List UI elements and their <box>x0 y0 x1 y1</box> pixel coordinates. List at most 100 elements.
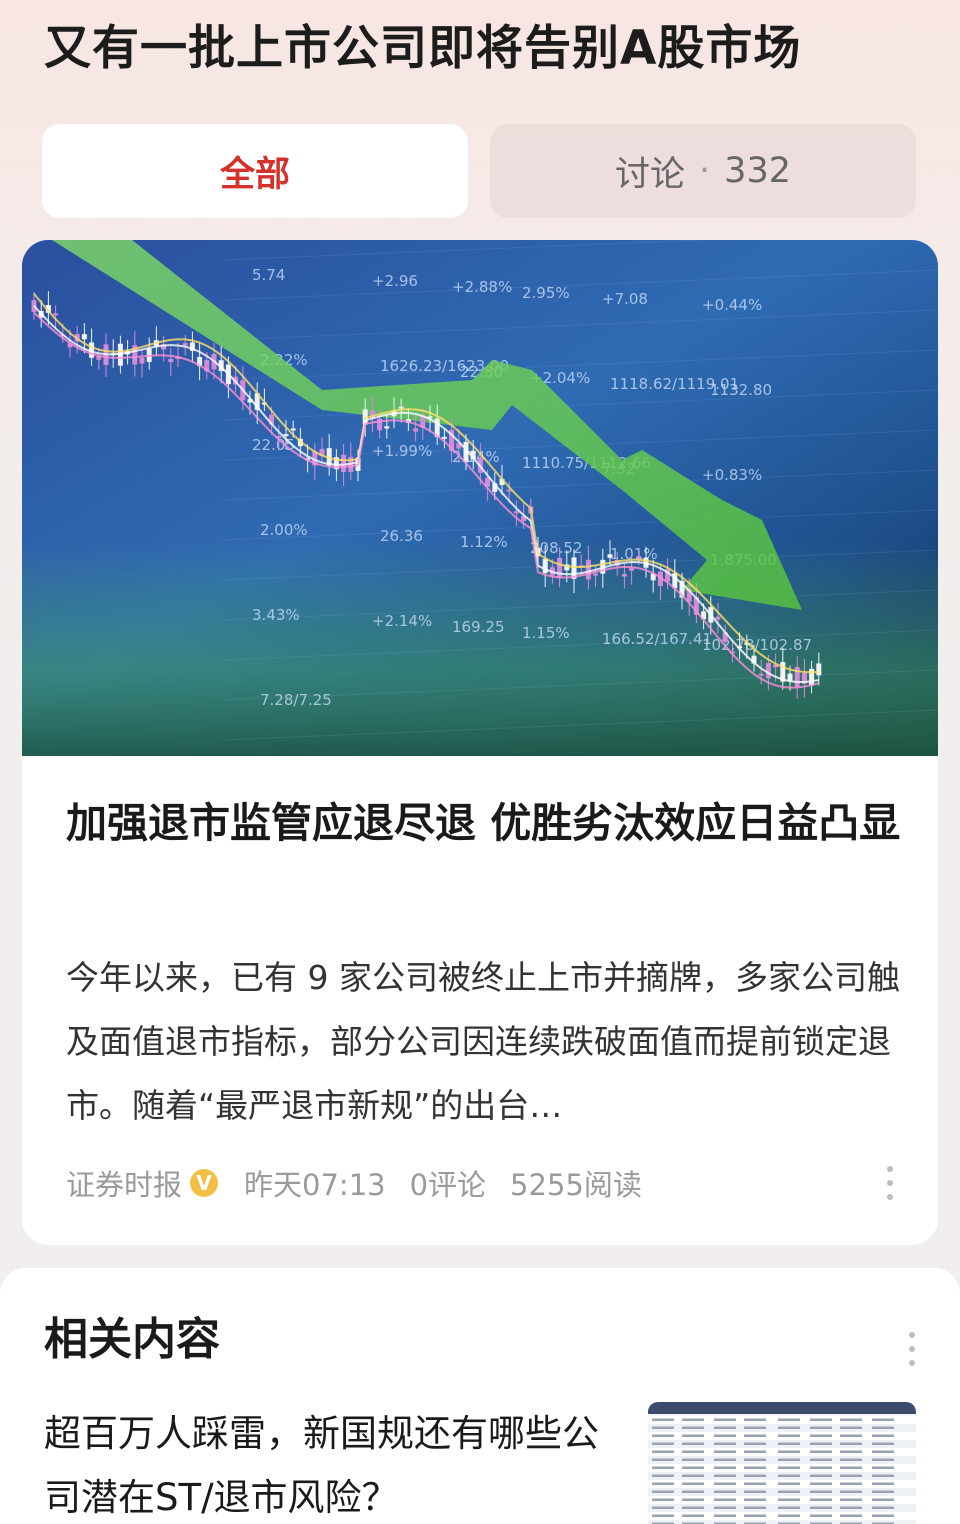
candle-body <box>139 357 145 364</box>
thumbnail-cell <box>714 1418 736 1421</box>
article-hero-image[interactable]: 5.74+2.96+2.88%2.95%+7.08+0.44%2.22%1626… <box>22 240 938 756</box>
thumbnail-cell <box>778 1426 800 1429</box>
ticker-text: 2.95% <box>522 284 570 302</box>
thumbnail-cell <box>810 1442 832 1445</box>
thumbnail-cell <box>778 1450 800 1453</box>
ticker-text: 26.36 <box>380 527 423 545</box>
thumbnail-cell <box>714 1426 736 1429</box>
thumbnail-cell <box>744 1514 766 1517</box>
thumbnail-cell <box>778 1474 800 1477</box>
thumbnail-cell <box>872 1434 894 1437</box>
thumbnail-cell <box>810 1466 832 1469</box>
ticker-text: 7.28/7.25 <box>260 691 332 709</box>
thumbnail-cell <box>778 1506 800 1509</box>
thumbnail-cell <box>744 1434 766 1437</box>
candle-body <box>168 358 174 363</box>
thumbnail-cell <box>714 1490 736 1493</box>
thumbnail-cell <box>840 1418 862 1421</box>
ticker-text: +0.44% <box>702 296 762 314</box>
tab-all[interactable]: 全部 <box>42 124 468 218</box>
thumbnail-cell <box>744 1506 766 1509</box>
thumbnail-header-row <box>648 1402 916 1414</box>
thumbnail-cell <box>652 1490 674 1493</box>
thumbnail-cell <box>652 1426 674 1429</box>
article-title[interactable]: 加强退市监管应退尽退 优胜劣汰效应日益凸显 <box>66 792 906 854</box>
ticker-text: +7.08 <box>602 290 648 308</box>
spreadsheet-thumbnail-image <box>648 1402 916 1524</box>
thumbnail-cell <box>872 1506 894 1509</box>
thumbnail-cell <box>652 1458 674 1461</box>
thumbnail-cell <box>682 1418 704 1421</box>
candle-body <box>621 573 627 577</box>
thumbnail-cell <box>872 1482 894 1485</box>
thumbnail-cell <box>872 1514 894 1517</box>
thumbnail-cell <box>682 1466 704 1469</box>
article-card[interactable]: 5.74+2.96+2.88%2.95%+7.08+0.44%2.22%1626… <box>22 240 938 1245</box>
thumbnail-cell <box>682 1482 704 1485</box>
candle-body <box>413 428 419 432</box>
article-time: 昨天07:13 <box>244 1168 386 1202</box>
stock-chart-image: 5.74+2.96+2.88%2.95%+7.08+0.44%2.22%1626… <box>22 240 938 756</box>
thumbnail-cell <box>682 1498 704 1501</box>
thumbnail-cell <box>810 1490 832 1493</box>
thumbnail-cell <box>652 1466 674 1469</box>
candle-body <box>758 673 764 676</box>
thumbnail-cell <box>682 1506 704 1509</box>
thumbnail-cell <box>840 1498 862 1501</box>
candle-body <box>593 573 599 576</box>
candle-body <box>513 511 519 514</box>
thumbnail-cell <box>744 1418 766 1421</box>
thumbnail-cell <box>682 1514 704 1517</box>
candle-body <box>585 559 591 580</box>
thumbnail-cell <box>682 1458 704 1461</box>
thumbnail-cell <box>840 1450 862 1453</box>
thumbnail-cell <box>778 1466 800 1469</box>
candle-body <box>384 426 390 429</box>
related-section: 相关内容 超百万人踩雷，新国规还有哪些公司潜在ST/退市风险？ <box>0 1268 960 1524</box>
candle-body <box>81 334 87 340</box>
thumbnail-cell <box>652 1434 674 1437</box>
candle-body <box>53 313 59 316</box>
thumbnail-cell <box>872 1466 894 1469</box>
thumbnail-cell <box>840 1442 862 1445</box>
thumbnail-cell <box>682 1442 704 1445</box>
thumbnail-cell <box>714 1498 736 1501</box>
candle-body <box>398 406 404 409</box>
article-summary[interactable]: 今年以来，已有 9 家公司被终止上市并摘牌，多家公司触及面值退市指标，部分公司因… <box>66 946 906 1146</box>
thumbnail-cell <box>840 1466 862 1469</box>
more-vertical-icon[interactable] <box>886 1166 894 1200</box>
ticker-text: +2.14% <box>372 612 432 630</box>
candle-body <box>182 343 188 346</box>
related-item-title[interactable]: 超百万人踩雷，新国规还有哪些公司潜在ST/退市风险？ <box>44 1402 614 1524</box>
thumbnail-cell <box>714 1514 736 1517</box>
candle-body <box>607 554 613 558</box>
thumbnail-cell <box>872 1418 894 1421</box>
related-heading: 相关内容 <box>44 1314 220 1365</box>
thumbnail-cell <box>714 1482 736 1485</box>
thumbnail-cell <box>778 1434 800 1437</box>
thumbnail-cell <box>872 1474 894 1477</box>
thumbnail-cell <box>840 1458 862 1461</box>
thumbnail-cell <box>652 1498 674 1501</box>
tab-discuss-count: 332 <box>724 151 791 191</box>
candle-body <box>636 556 642 559</box>
thumbnail-cell <box>872 1490 894 1493</box>
thumbnail-cell <box>652 1418 674 1421</box>
article-meta: 证券时报 V 昨天07:13 0评论 5255阅读 <box>66 1160 906 1206</box>
article-source[interactable]: 证券时报 <box>66 1162 182 1204</box>
candle-body <box>787 673 793 681</box>
article-reads: 5255阅读 <box>510 1168 642 1202</box>
thumbnail-cell <box>744 1474 766 1477</box>
more-vertical-icon[interactable] <box>908 1332 916 1366</box>
thumbnail-cell <box>744 1426 766 1429</box>
thumbnail-cell <box>840 1474 862 1477</box>
related-item-thumbnail[interactable] <box>648 1402 916 1524</box>
thumbnail-cell <box>778 1490 800 1493</box>
thumbnail-cell <box>744 1482 766 1485</box>
thumbnail-cell <box>652 1514 674 1517</box>
ticker-text: +2.88% <box>452 278 512 296</box>
thumbnail-cell <box>714 1434 736 1437</box>
ticker-text: +2.96 <box>372 272 418 290</box>
tab-discuss[interactable]: 讨论 · 332 <box>490 124 916 218</box>
thumbnail-cell <box>810 1450 832 1453</box>
